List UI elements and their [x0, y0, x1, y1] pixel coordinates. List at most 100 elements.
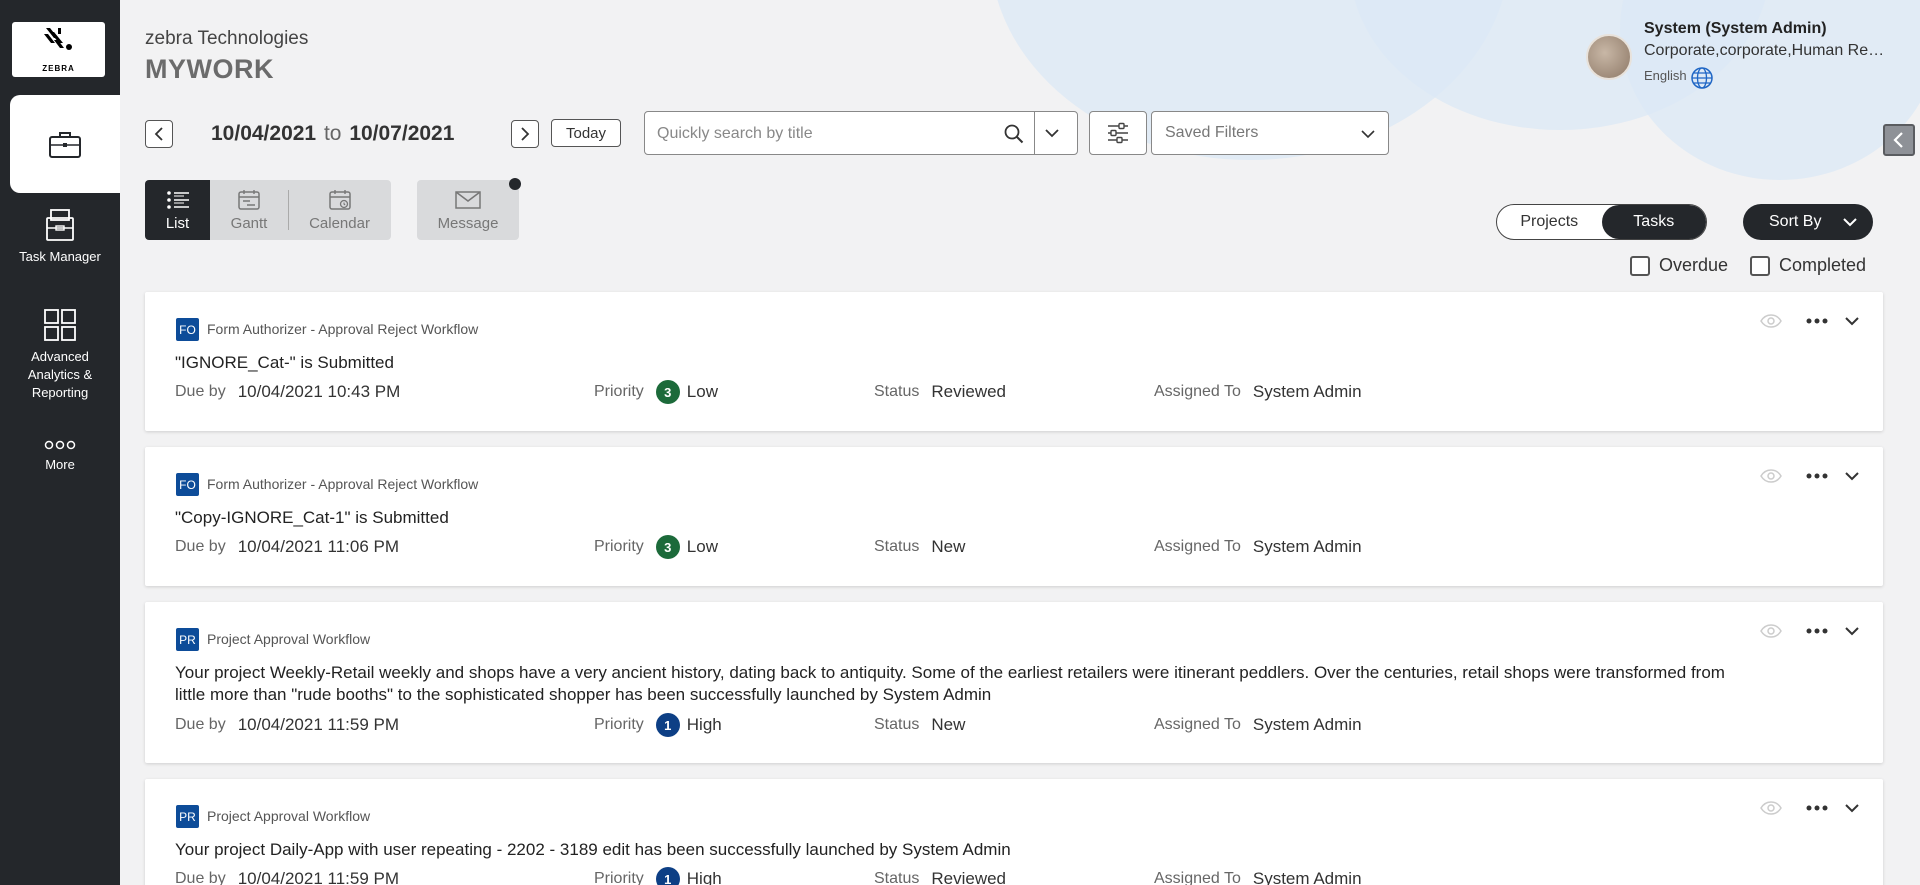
card-actions — [1760, 624, 1860, 638]
overdue-checkbox[interactable]: Overdue — [1630, 255, 1728, 276]
collapse-panel-button[interactable] — [1883, 124, 1915, 156]
next-range-button[interactable] — [511, 120, 539, 148]
assigned-to: Assigned To System Admin — [1154, 869, 1362, 885]
more-options-icon[interactable] — [1806, 628, 1828, 634]
due-by-label: Due by — [175, 383, 226, 400]
avatar[interactable] — [1586, 34, 1632, 80]
tab-list[interactable]: List — [145, 180, 210, 240]
more-options-icon[interactable] — [1806, 805, 1828, 811]
task-title[interactable]: "IGNORE_Cat-" is Submitted — [175, 352, 1735, 374]
due-by: Due by 10/04/2021 11:06 PM — [175, 537, 399, 557]
priority: Priority 1 High — [594, 867, 722, 885]
checkbox-box[interactable] — [1750, 255, 1770, 276]
chevron-down-icon[interactable] — [1043, 124, 1061, 142]
assigned-to-label: Assigned To — [1154, 538, 1241, 555]
eye-icon[interactable] — [1760, 469, 1782, 483]
priority: Priority 3 Low — [594, 535, 718, 559]
user-org: Corporate,corporate,Human Resources — [1644, 42, 1889, 59]
assigned-to: Assigned To System Admin — [1154, 537, 1362, 557]
notification-dot — [509, 178, 521, 190]
tab-calendar[interactable]: Calendar — [288, 180, 391, 240]
gantt-icon — [238, 189, 260, 210]
eye-icon[interactable] — [1760, 801, 1782, 815]
more-options-icon[interactable] — [1806, 318, 1828, 324]
sidebar-item-analytics[interactable]: Advanced Analytics & Reporting — [0, 308, 120, 402]
projects-tasks-toggle: Projects Tasks — [1496, 204, 1707, 240]
task-card[interactable]: FO Form Authorizer - Approval Reject Wor… — [145, 447, 1883, 586]
view-tabs: List Gantt Calendar — [145, 180, 391, 240]
chevron-left-icon — [154, 127, 163, 141]
search-divider — [1034, 112, 1035, 154]
due-date: 10/04/2021 11:06 PM — [237, 537, 400, 556]
priority-badge: 1 — [655, 713, 680, 737]
toggle-projects[interactable]: Projects — [1497, 205, 1602, 239]
filter-settings-button[interactable] — [1089, 111, 1147, 155]
chevron-down-icon[interactable] — [1844, 625, 1860, 637]
task-card[interactable]: PR Project Approval Workflow Your projec… — [145, 779, 1883, 885]
assignee: System Admin — [1252, 537, 1362, 556]
chevron-down-icon[interactable] — [1844, 470, 1860, 482]
zebra-logo-icon — [40, 26, 78, 62]
sidebar-item-mywork[interactable] — [10, 95, 120, 193]
sort-by-button[interactable]: Sort By — [1743, 204, 1873, 240]
status-value: Reviewed — [931, 869, 1007, 885]
globe-icon[interactable] — [1690, 66, 1714, 90]
sidebar-item-label: Advanced Analytics & Reporting — [27, 349, 93, 400]
sidebar-item-more[interactable]: More — [0, 440, 120, 474]
previous-range-button[interactable] — [145, 120, 173, 148]
assigned-to-label: Assigned To — [1154, 383, 1241, 400]
priority-label: Priority — [594, 870, 644, 885]
priority-badge: 1 — [655, 867, 680, 885]
status-value: Reviewed — [931, 382, 1007, 401]
sliders-icon — [1108, 122, 1128, 144]
company-name: zebra Technologies — [145, 28, 309, 49]
search-input[interactable] — [657, 123, 987, 145]
chevron-down-icon[interactable] — [1844, 802, 1860, 814]
user-name: System (System Admin) — [1644, 20, 1827, 37]
priority: Priority 3 Low — [594, 380, 718, 404]
checkbox-box[interactable] — [1630, 255, 1650, 276]
tab-label: Calendar — [309, 214, 370, 232]
eye-icon[interactable] — [1760, 624, 1782, 638]
workflow-badge: FO — [176, 473, 199, 496]
search-icon[interactable] — [1004, 124, 1024, 144]
date-to: 10/07/2021 — [349, 122, 455, 145]
task-title[interactable]: "Copy-IGNORE_Cat-1" is Submitted — [175, 507, 1735, 529]
zebra-logo[interactable]: ZEBRA — [12, 22, 105, 77]
workflow-name: Form Authorizer - Approval Reject Workfl… — [207, 476, 479, 492]
chevron-down-icon — [1843, 218, 1857, 227]
card-actions — [1760, 801, 1860, 815]
tab-gantt[interactable]: Gantt — [210, 180, 288, 240]
status-value: New — [931, 537, 966, 556]
chevron-down-icon[interactable] — [1844, 315, 1860, 327]
task-title[interactable]: Your project Daily-App with user repeati… — [175, 839, 1735, 861]
task-title[interactable]: Your project Weekly-Retail weekly and sh… — [175, 662, 1735, 706]
envelope-icon — [455, 190, 481, 209]
today-button[interactable]: Today — [551, 119, 621, 147]
status: Status Reviewed — [874, 382, 1006, 402]
toggle-tasks[interactable]: Tasks — [1601, 205, 1706, 239]
workflow-badge: PR — [176, 805, 199, 828]
due-by-label: Due by — [175, 538, 226, 555]
tab-message[interactable]: Message — [417, 180, 519, 240]
priority-label: Priority — [594, 716, 644, 733]
due-by-label: Due by — [175, 870, 226, 885]
tab-divider — [288, 190, 289, 230]
priority-label: Priority — [594, 538, 644, 555]
eye-icon[interactable] — [1760, 314, 1782, 328]
tab-label: Message — [437, 214, 499, 232]
due-by: Due by 10/04/2021 10:43 PM — [175, 382, 400, 402]
main-content: zebra Technologies MYWORK System (System… — [120, 0, 1920, 885]
sidebar-item-task-manager[interactable]: Task Manager — [0, 208, 120, 266]
workflow-badge: FO — [176, 318, 199, 341]
task-card[interactable]: PR Project Approval Workflow Your projec… — [145, 602, 1883, 763]
saved-filters-dropdown[interactable]: Saved Filters — [1151, 111, 1389, 155]
task-card[interactable]: FO Form Authorizer - Approval Reject Wor… — [145, 292, 1883, 431]
more-options-icon[interactable] — [1806, 473, 1828, 479]
workflow-name: Form Authorizer - Approval Reject Workfl… — [207, 321, 479, 337]
assigned-to: Assigned To System Admin — [1154, 382, 1362, 402]
assigned-to: Assigned To System Admin — [1154, 715, 1362, 735]
completed-checkbox[interactable]: Completed — [1750, 255, 1866, 276]
workflow-badge: PR — [176, 628, 199, 651]
sidebar-item-label: Task Manager — [19, 249, 101, 264]
